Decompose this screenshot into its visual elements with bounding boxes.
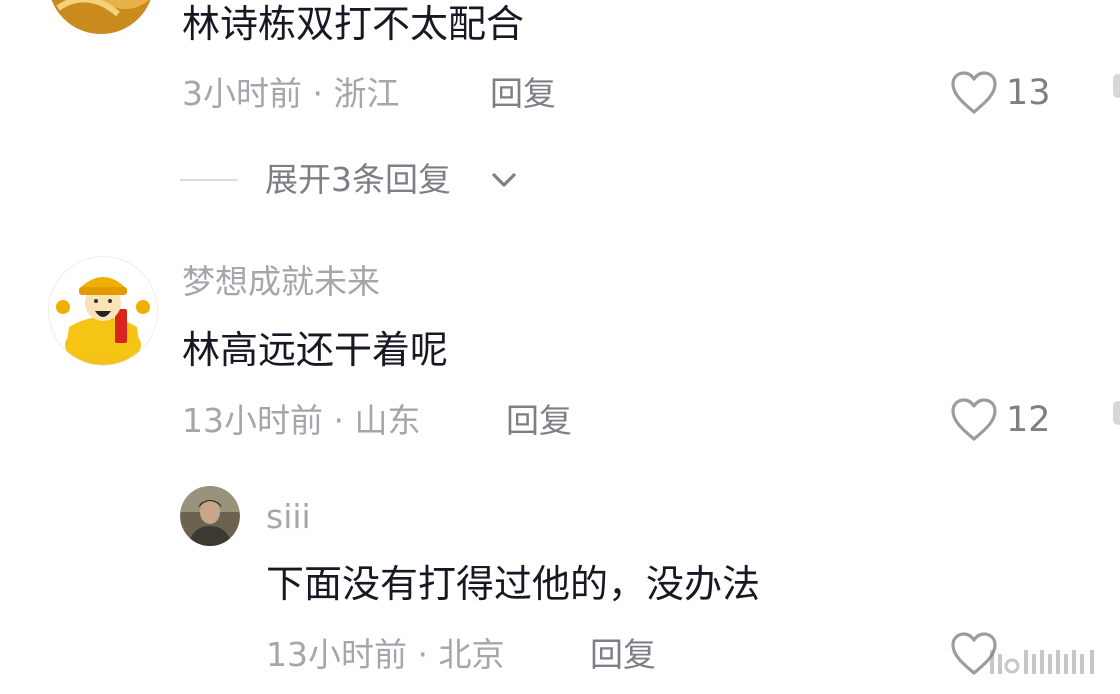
reply-button[interactable]: 回复 — [590, 635, 656, 675]
avatar-image — [49, 257, 157, 365]
avatar-image — [48, 0, 154, 34]
like-count: 12 — [1006, 400, 1051, 440]
avatar[interactable] — [48, 256, 158, 366]
heart-outline-icon — [950, 70, 998, 120]
expand-replies-button[interactable]: 展开3条回复 — [265, 160, 535, 200]
comment-meta: 3小时前 · 浙江 — [182, 74, 400, 113]
comment-text: 林诗栋双打不太配合 — [182, 2, 525, 46]
like-button[interactable]: 13 — [950, 70, 1051, 116]
avatar-image — [180, 486, 240, 546]
expand-replies-label: 展开3条回复 — [265, 160, 451, 199]
comment-text: 林高远还干着呢 — [182, 328, 449, 372]
reply-avatar[interactable] — [180, 486, 240, 546]
more-indicator — [1113, 74, 1120, 98]
chevron-down-icon — [489, 168, 519, 196]
username[interactable]: 梦想成就未来 — [182, 262, 380, 302]
more-indicator — [1113, 401, 1120, 425]
reply-text: 下面没有打得过他的，没办法 — [266, 562, 761, 606]
reply-button[interactable]: 回复 — [490, 74, 556, 114]
heart-outline-icon — [950, 397, 998, 447]
reply-button[interactable]: 回复 — [506, 401, 572, 441]
like-count: 13 — [1006, 73, 1051, 113]
like-button[interactable]: 12 — [950, 397, 1051, 443]
avatar[interactable] — [48, 0, 154, 34]
expand-divider — [180, 179, 238, 181]
reply-username[interactable]: siii — [266, 497, 311, 537]
comment-meta: 13小时前 · 山东 — [182, 401, 421, 440]
watermark — [990, 648, 1110, 676]
reply-meta: 13小时前 · 北京 — [266, 635, 505, 674]
